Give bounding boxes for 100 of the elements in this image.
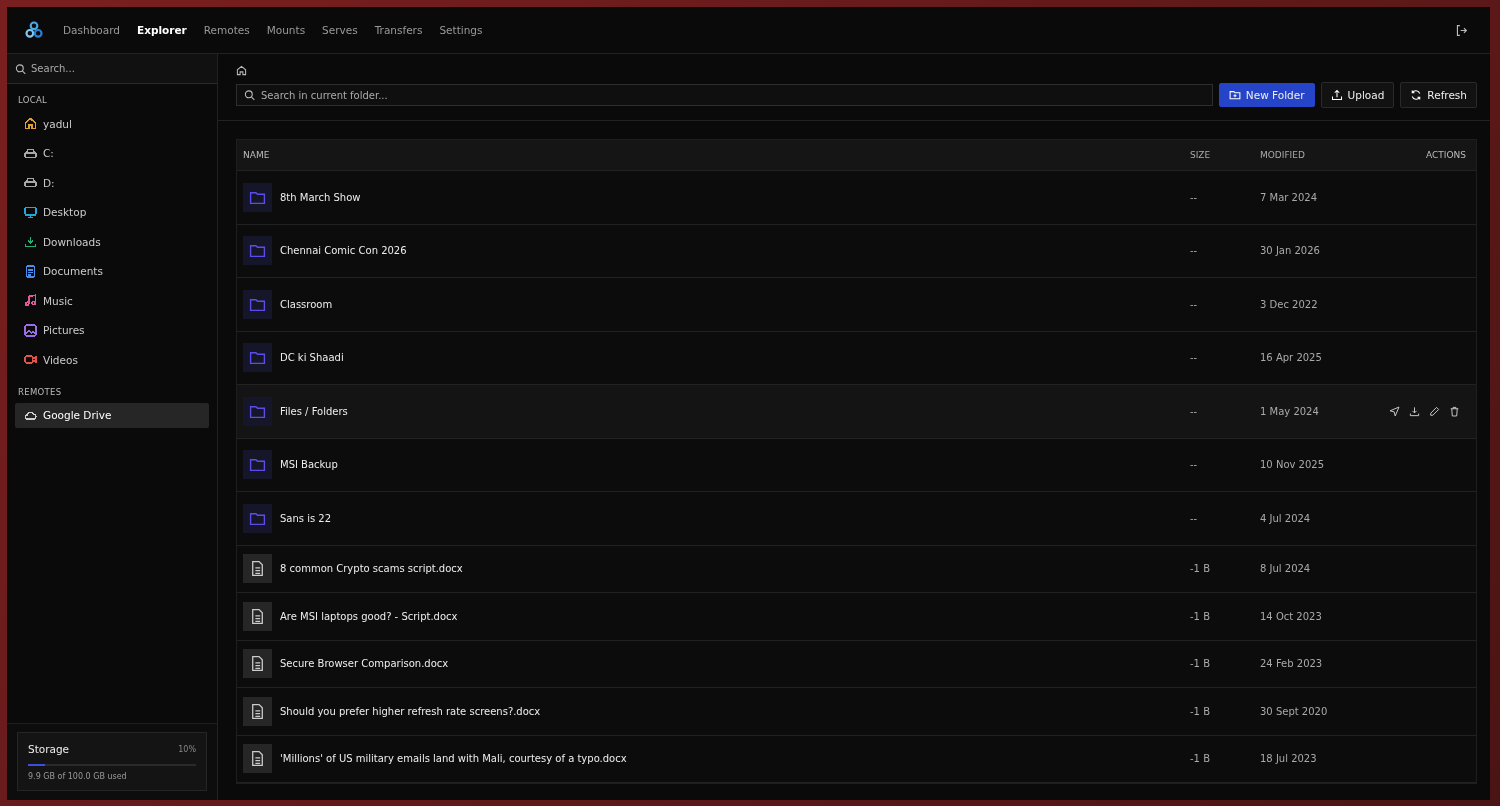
file-size: -- [1190,298,1199,310]
storage-usage: 9.9 GB of 100.0 GB used [28,772,128,781]
folder-icon [243,236,272,266]
file-name: DC ki Shaadi [280,352,344,364]
file-size: -1 B [1190,610,1211,622]
folder-icon [243,182,272,212]
file-row[interactable]: Files / Folders -- 1 May 2024 [237,385,1476,439]
folder-icon [243,396,272,426]
send-icon[interactable] [1389,405,1400,417]
file-name: 'Millions' of US military emails land with Mali, courtesy of a typo.docx [280,753,627,765]
sidebar-item[interactable]: yadul [15,111,209,137]
delete-icon[interactable] [1449,405,1460,417]
sidebar-search-field[interactable]: Search... [7,54,217,84]
file-name: 8 common Crypto scams script.docx [280,563,463,575]
file-row[interactable]: 8 common Crypto scams script.docx -1 B 8 Jul 2024 [237,545,1476,593]
edit-icon[interactable] [1429,405,1440,417]
file-row[interactable]: Sans is 22 -- 4 Jul 2024 [237,492,1476,546]
file-size: -- [1190,405,1199,417]
document-icon [243,601,272,631]
nav-tab[interactable]: Transfers [374,24,423,36]
folder-plus-icon [1228,89,1241,101]
storage-percent: 10% [178,744,196,754]
file-size: -1 B [1190,753,1211,765]
file-size: -1 B [1190,658,1211,670]
modified-date: 24 Feb 2023 [1260,658,1324,670]
nav-tab[interactable]: Remotes [203,24,250,36]
sidebar-item[interactable]: C: [15,140,209,166]
modified-date: 14 Oct 2023 [1260,610,1323,622]
file-name: Should you prefer higher refresh rate screens?.docx [280,705,541,717]
sidebar-item[interactable]: Downloads [15,229,209,255]
modified-date: 3 Dec 2022 [1260,298,1319,310]
sidebar-item[interactable]: Desktop [15,199,209,225]
download-icon[interactable] [1409,405,1420,417]
document-icon [243,649,272,679]
column-header: NAME [243,150,271,160]
folder-icon [243,289,272,319]
sidebar-item[interactable]: Google Drive [15,402,209,428]
folder-search-field[interactable]: Search in current folder... [236,84,1213,106]
new-folder-button[interactable]: New Folder [1218,83,1315,107]
folder-icon [243,503,272,533]
file-size: -- [1190,245,1199,257]
file-size: -- [1190,512,1199,524]
modified-date: 16 Apr 2025 [1260,352,1323,364]
logout-icon[interactable] [1455,23,1468,37]
file-row[interactable]: Classroom -- 3 Dec 2022 [237,278,1476,332]
file-row[interactable]: Are MSI laptops good? - Script.docx -1 B 14 Oct 2023 [237,593,1476,641]
file-row[interactable]: Should you prefer higher refresh rate screens?.docx -1 B 30 Sept 2020 [237,688,1476,736]
file-name: MSI Backup [280,459,338,471]
refresh-button[interactable]: Refresh [1400,82,1477,108]
modified-date: 7 Mar 2024 [1260,191,1319,203]
file-row[interactable]: Secure Browser Comparison.docx -1 B 24 Feb 2023 [237,640,1476,688]
modified-date: 10 Nov 2025 [1260,459,1326,471]
file-size: -- [1190,352,1199,364]
modified-date: 4 Jul 2024 [1260,512,1312,524]
sidebar-item[interactable]: Documents [15,258,209,284]
folder-icon [243,450,272,480]
refresh-icon [1410,89,1423,101]
modified-date: 18 Jul 2023 [1260,753,1318,765]
folder-icon [243,343,272,373]
file-size: -- [1190,459,1199,471]
modified-date: 30 Jan 2026 [1260,245,1321,257]
sidebar-item[interactable]: Videos [15,347,209,373]
nav-tab[interactable]: Dashboard [63,24,120,36]
file-row[interactable]: 'Millions' of US military emails land with Mali, courtesy of a typo.docx -1 B 18 Jul 2023 [237,735,1476,783]
document-icon [243,554,272,584]
nav-tab[interactable]: Settings [439,24,483,36]
sidebar-item[interactable]: Pictures [15,317,209,343]
modified-date: 8 Jul 2024 [1260,563,1312,575]
upload-icon [1330,89,1343,101]
storage-title: Storage [28,743,70,755]
column-header: MODIFIED [1260,150,1306,160]
document-icon [243,744,272,774]
file-size: -1 B [1190,705,1211,717]
logo-icon [24,20,44,40]
file-row[interactable]: MSI Backup -- 10 Nov 2025 [237,438,1476,492]
modified-date: 30 Sept 2020 [1260,705,1329,717]
section-heading: LOCAL [17,94,49,107]
file-size: -- [1190,191,1199,203]
file-name: Files / Folders [280,405,348,417]
file-row[interactable]: Chennai Comic Con 2026 -- 30 Jan 2026 [237,224,1476,278]
file-size: -1 B [1190,563,1211,575]
modified-date: 1 May 2024 [1260,405,1320,417]
home-icon[interactable] [236,65,247,76]
upload-button[interactable]: Upload [1320,82,1395,108]
file-name: Secure Browser Comparison.docx [280,658,449,670]
file-row[interactable]: 8th March Show -- 7 Mar 2024 [237,171,1476,225]
file-name: Classroom [280,298,333,310]
column-header: SIZE [1190,150,1212,160]
sidebar-item[interactable]: Music [15,288,209,314]
sidebar-item[interactable]: D: [15,170,209,196]
document-icon [243,696,272,726]
file-name: 8th March Show [280,191,361,203]
file-name: Sans is 22 [280,512,332,524]
file-name: Chennai Comic Con 2026 [280,245,407,257]
section-heading: REMOTES [17,385,63,399]
nav-tab[interactable]: Serves [322,24,358,36]
nav-tab[interactable]: Mounts [266,24,306,36]
nav-tab[interactable]: Explorer [136,24,187,36]
file-name: Are MSI laptops good? - Script.docx [280,610,458,622]
column-header: ACTIONS [1425,150,1467,160]
